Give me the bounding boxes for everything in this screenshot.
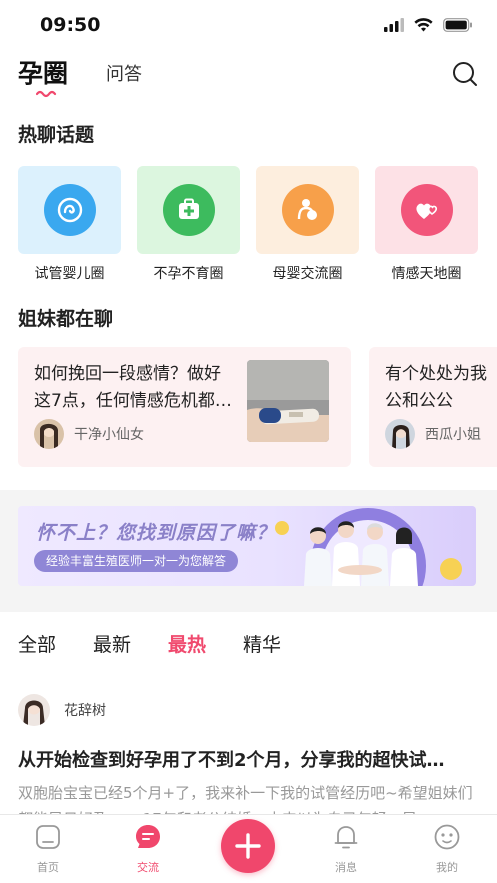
chat-text-line: 如何挽回一段感情？做好 — [34, 364, 221, 384]
active-tab-indicator — [36, 90, 57, 98]
chat-text-line: 公和公公 — [385, 391, 453, 411]
chat-text-line: 有个处处为我 — [385, 364, 487, 384]
avatar — [34, 419, 64, 449]
tabbar-mine[interactable]: 我的 — [417, 823, 477, 875]
hot-topics-list: 试管婴儿圈 不孕不育圈 母婴交流圈 情感天地圈 — [18, 166, 497, 284]
post-username[interactable]: 花辞树 — [64, 700, 106, 720]
tab-featured[interactable]: 精华 — [243, 630, 281, 660]
top-header: 孕圈 问答 — [0, 52, 497, 98]
topic-infertility-circle[interactable]: 不孕不育圈 — [137, 166, 240, 283]
topic-emotion-circle[interactable]: 情感天地圈 — [375, 166, 478, 283]
chat-text-line: 这7点，任何情感危机都… — [34, 391, 232, 411]
topic-ivf-circle[interactable]: 试管婴儿圈 — [18, 166, 121, 283]
chat-thumbnail-image — [247, 360, 329, 442]
feed-filter-tabs: 全部 最新 最热 精华 — [18, 630, 281, 660]
tab-pregnancy-circle[interactable]: 孕圈 — [18, 54, 68, 90]
topic-mother-baby-circle[interactable]: 母婴交流圈 — [256, 166, 359, 283]
tab-qa[interactable]: 问答 — [106, 60, 142, 86]
bell-icon — [334, 826, 358, 849]
tabbar-messages[interactable]: 消息 — [316, 823, 376, 875]
avatar[interactable] — [18, 694, 50, 726]
embryo-icon — [57, 197, 82, 223]
banner-subtitle: 经验丰富生殖医师一对一为您解答 — [34, 550, 239, 572]
hot-topics-title: 热聊话题 — [18, 124, 95, 146]
chat-username: 西瓜小姐 — [425, 427, 481, 443]
tab-label: 消息 — [335, 861, 357, 874]
status-time: 09:50 — [40, 14, 101, 36]
tab-label: 首页 — [37, 861, 59, 874]
wifi-icon — [414, 18, 433, 32]
hearts-icon — [415, 203, 437, 219]
chat-card[interactable]: 如何挽回一段感情？做好 这7点，任何情感危机都… 干净小仙女 — [18, 347, 351, 467]
topic-label: 情感天地圈 — [391, 266, 462, 282]
tab-label: 我的 — [436, 861, 458, 874]
cellular-signal-icon — [384, 18, 404, 32]
bottom-tab-bar: 首页 交流 消息 我的 — [0, 814, 497, 883]
post-title[interactable]: 从开始检查到好孕用了不到2个月，分享我的超快试… — [18, 746, 480, 772]
sisters-chat-title: 姐妹都在聊 — [18, 308, 114, 330]
topic-label: 不孕不育圈 — [153, 266, 224, 282]
topic-label: 母婴交流圈 — [272, 266, 343, 282]
plus-icon — [235, 833, 261, 859]
feed-post[interactable]: 花辞树 从开始检查到好孕用了不到2个月，分享我的超快试… 双胞胎宝宝已经5个月+… — [18, 694, 480, 832]
tab-all[interactable]: 全部 — [18, 630, 56, 660]
battery-icon — [443, 18, 472, 32]
status-bar: 09:50 — [0, 0, 497, 50]
medical-kit-icon — [178, 198, 199, 219]
tabbar-home[interactable]: 首页 — [18, 823, 78, 875]
chat-card[interactable]: 有个处处为我 公和公公 西瓜小姐 — [369, 347, 497, 467]
tab-label: 交流 — [137, 861, 159, 874]
promo-banner[interactable]: 怀不上？您找到原因了嘛？ 经验丰富生殖医师一对一为您解答 — [18, 506, 476, 586]
tabbar-exchange[interactable]: 交流 — [118, 823, 178, 875]
avatar — [385, 419, 415, 449]
mother-baby-icon — [297, 199, 317, 220]
publish-button[interactable] — [221, 819, 275, 873]
tab-latest[interactable]: 最新 — [93, 630, 131, 660]
tab-hottest[interactable]: 最热 — [168, 630, 206, 660]
chat-username: 干净小仙女 — [74, 427, 144, 443]
chat-icon — [136, 825, 160, 848]
search-icon[interactable] — [451, 60, 479, 88]
profile-face-icon — [434, 824, 460, 850]
home-icon — [36, 825, 60, 849]
topic-label: 试管婴儿圈 — [34, 266, 105, 282]
banner-title: 怀不上？您找到原因了嘛？ — [36, 522, 277, 544]
sisters-chat-list: 如何挽回一段感情？做好 这7点，任何情感危机都… 干净小仙女 有个处处为我 公和… — [18, 347, 497, 469]
doctors-illustration — [275, 508, 462, 586]
